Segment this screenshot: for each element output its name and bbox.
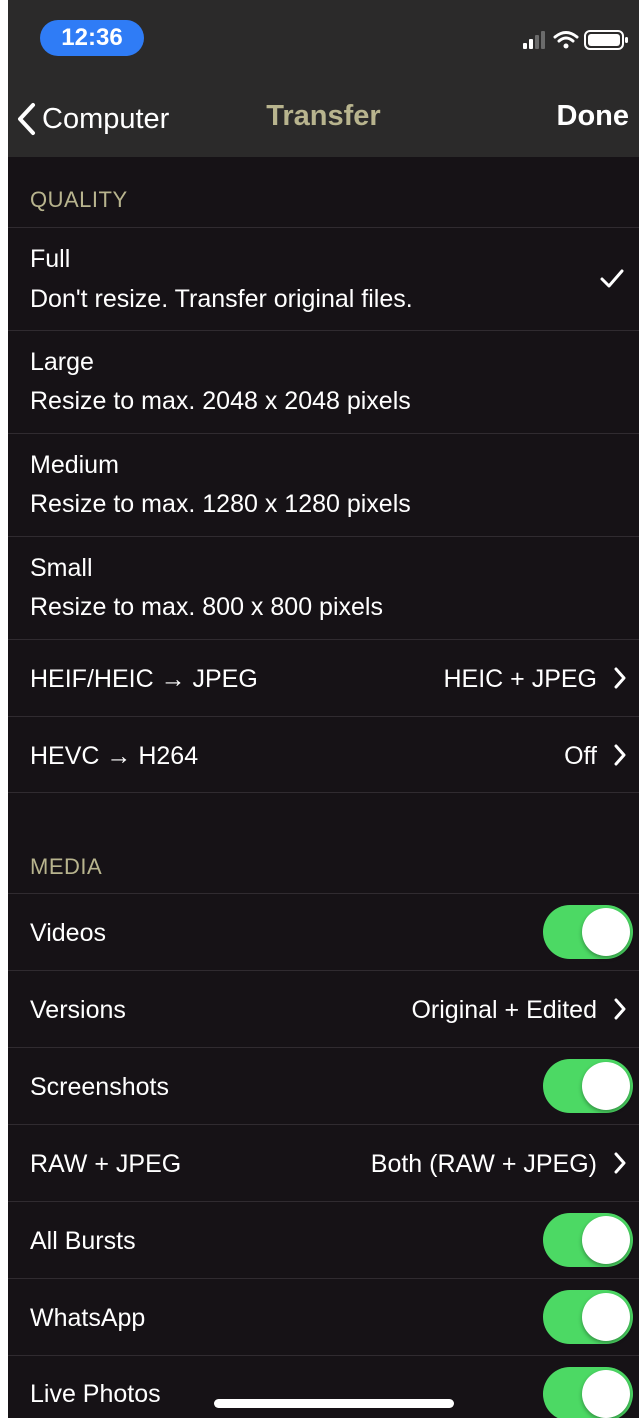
status-time: 12:36 [40,20,144,56]
row-label: Live Photos [30,1380,161,1408]
quality-option-large[interactable]: Large Resize to max. 2048 x 2048 pixels [8,330,639,433]
toggle-knob [582,1216,630,1264]
hevc-conversion-row[interactable]: HEVC → H264 Off [8,716,639,793]
option-title: Small [30,554,93,582]
row-value: Both (RAW + JPEG) [370,1150,597,1178]
row-label: Screenshots [30,1073,169,1101]
option-title: Full [30,245,71,273]
row-label: All Bursts [30,1227,136,1255]
media-row-live-photos: Live Photos [8,1355,639,1418]
media-row-whatsapp: WhatsApp [8,1278,639,1355]
quality-option-full[interactable]: Full Don't resize. Transfer original fil… [8,227,639,330]
transfer-settings-screen: 12:36 Computer Transfer Done QUALITY Ful… [8,0,639,1418]
option-title: Large [30,348,94,376]
row-value: HEIC + JPEG [443,665,597,693]
toggle-knob [582,1370,630,1418]
media-row-raw-jpeg[interactable]: RAW + JPEG Both (RAW + JPEG) [8,1124,639,1201]
row-label: WhatsApp [30,1304,146,1332]
videos-toggle[interactable] [543,905,633,959]
row-label: RAW + JPEG [30,1150,182,1178]
quality-option-small[interactable]: Small Resize to max. 800 x 800 pixels [8,536,639,639]
row-value: Off [564,742,597,770]
whatsapp-toggle[interactable] [543,1290,633,1344]
row-label: HEIF/HEIC → JPEG [30,665,258,693]
chevron-left-icon [18,103,35,135]
row-label: Videos [30,919,106,947]
checkmark-icon [600,269,624,288]
chevron-right-icon [614,744,626,766]
back-button[interactable]: Computer [16,96,169,142]
live-photos-toggle[interactable] [543,1367,633,1418]
media-row-versions[interactable]: Versions Original + Edited [8,970,639,1047]
done-button[interactable]: Done [557,100,630,133]
option-subtitle: Resize to max. 2048 x 2048 pixels [30,387,411,415]
option-title: Medium [30,451,119,479]
top-bar: 12:36 Computer Transfer Done [8,0,639,157]
option-subtitle: Don't resize. Transfer original files. [30,285,413,313]
toggle-knob [582,1293,630,1341]
chevron-right-icon [614,998,626,1020]
option-subtitle: Resize to max. 800 x 800 pixels [30,593,383,621]
chevron-right-icon [614,1152,626,1174]
row-value: Original + Edited [411,996,597,1024]
quality-option-medium[interactable]: Medium Resize to max. 1280 x 1280 pixels [8,433,639,536]
wifi-icon [553,31,579,49]
row-label: Versions [30,996,126,1024]
row-label: HEVC → H264 [30,742,199,770]
all-bursts-toggle[interactable] [543,1213,633,1267]
battery-icon [584,30,628,50]
option-subtitle: Resize to max. 1280 x 1280 pixels [30,490,411,518]
home-indicator[interactable] [214,1399,454,1408]
status-icons [523,30,628,50]
section-header-quality: QUALITY [30,187,128,212]
screenshots-toggle[interactable] [543,1059,633,1113]
section-header-media: MEDIA [30,854,103,879]
cellular-signal-icon [523,31,545,49]
chevron-right-icon [614,667,626,689]
toggle-knob [582,908,630,956]
media-row-screenshots: Screenshots [8,1047,639,1124]
back-label: Computer [42,102,170,135]
media-row-videos: Videos [8,893,639,970]
media-row-all-bursts: All Bursts [8,1201,639,1278]
toggle-knob [582,1062,630,1110]
heic-conversion-row[interactable]: HEIF/HEIC → JPEG HEIC + JPEG [8,639,639,716]
